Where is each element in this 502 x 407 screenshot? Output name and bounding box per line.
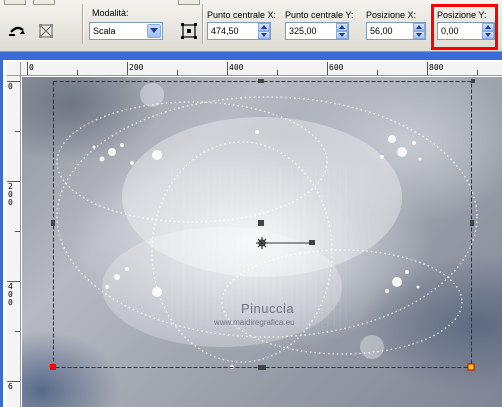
- punto-centrale-y-field[interactable]: 325,00: [285, 22, 349, 40]
- sparkle: [385, 289, 389, 293]
- ruler-h-label: 0: [29, 63, 34, 72]
- spin-down-icon[interactable]: [413, 31, 425, 39]
- ruler-corner: [7, 62, 21, 76]
- punto-centrale-x-field[interactable]: 474,50: [207, 22, 271, 40]
- sparkle: [388, 135, 396, 143]
- punto-centrale-x-label: Punto centrale X:: [207, 10, 277, 20]
- ruler-v-label: 0: [8, 82, 13, 91]
- bokeh-glow: [102, 227, 342, 347]
- sparkle: [255, 130, 259, 134]
- undo-arrow-icon[interactable]: [6, 20, 28, 42]
- sparkle: [108, 148, 116, 156]
- sparkle: [99, 156, 105, 162]
- image-window-titlebar[interactable]: [0, 52, 502, 60]
- corner-handle-bottom-left: [50, 364, 56, 370]
- ruler-v-label: 0: [8, 298, 13, 307]
- deform-handle-top: [258, 79, 264, 83]
- posizione-x-label: Posizione X:: [366, 10, 417, 20]
- watermark-title: Pinuccia: [241, 301, 295, 316]
- ruler-h-label: 200: [129, 63, 144, 72]
- deform-toolbar: Modalità: Scala Punto centrale X: 474,50…: [0, 0, 502, 52]
- corner-handle-bottom-right: [467, 363, 475, 371]
- deform-reset-icon[interactable]: [35, 20, 57, 42]
- ruler-h-label: 600: [329, 63, 344, 72]
- punto-centrale-y-value: 325,00: [289, 26, 317, 36]
- deform-handle-bottom: [258, 365, 266, 370]
- sparkle: [397, 147, 407, 157]
- ruler-v-label: 6: [8, 382, 13, 391]
- sparkle: [125, 267, 129, 271]
- toolbar-separator: [202, 4, 204, 44]
- sparkle: [130, 161, 134, 165]
- toolbar-stub: [33, 0, 55, 5]
- posizione-y-highlight: [431, 4, 498, 50]
- sparkle: [152, 150, 162, 160]
- deform-handle-left: [51, 220, 55, 226]
- sparkle: [416, 285, 420, 289]
- toolbar-stub: [178, 0, 200, 5]
- sparkle: [392, 277, 402, 287]
- sparkle: [380, 155, 384, 159]
- sparkle: [152, 287, 162, 297]
- sparkle: [412, 141, 416, 145]
- canvas-overlay: [50, 79, 478, 371]
- spin-down-icon[interactable]: [336, 31, 348, 39]
- spin-up-icon[interactable]: [336, 23, 348, 31]
- punto-centrale-x-value: 474,50: [211, 26, 239, 36]
- sparkle: [120, 143, 124, 147]
- modalita-select[interactable]: Scala: [89, 22, 163, 40]
- ruler-h-label: 400: [229, 63, 244, 72]
- vertical-ruler: 0 2 0 0 4 0 0 6: [7, 76, 21, 407]
- center-node-icon[interactable]: [178, 20, 200, 42]
- deform-handle-top-right: [471, 79, 475, 83]
- watermark-url: www.maidiregrafica.eu: [214, 318, 295, 327]
- sparkle: [92, 145, 96, 149]
- horizontal-ruler: 0 200 400 600 800: [21, 62, 502, 76]
- punto-centrale-y-label: Punto centrale Y:: [285, 10, 354, 20]
- sparkle: [405, 270, 409, 274]
- chevron-down-icon[interactable]: [147, 24, 161, 38]
- posizione-x-field[interactable]: 56,00: [366, 22, 426, 40]
- sparkle: [418, 157, 422, 161]
- sparkle: [105, 285, 109, 289]
- toolbar-separator: [82, 4, 84, 44]
- toolbar-stub: [4, 0, 26, 5]
- spin-up-icon[interactable]: [258, 23, 270, 31]
- ruler-v-label: 0: [8, 198, 13, 207]
- ruler-h-label: 800: [429, 63, 444, 72]
- sparkle: [114, 274, 120, 280]
- modalita-value: Scala: [93, 26, 116, 36]
- spin-up-icon[interactable]: [413, 23, 425, 31]
- bokeh-dot: [360, 335, 384, 359]
- bokeh-dot: [140, 83, 164, 107]
- posizione-x-value: 56,00: [370, 26, 393, 36]
- image-canvas[interactable]: Pinuccia www.maidiregrafica.eu: [22, 77, 502, 407]
- spin-down-icon[interactable]: [258, 31, 270, 39]
- center-handle: [258, 220, 264, 226]
- deform-handle-right: [470, 220, 474, 226]
- modalita-label: Modalità:: [92, 8, 129, 18]
